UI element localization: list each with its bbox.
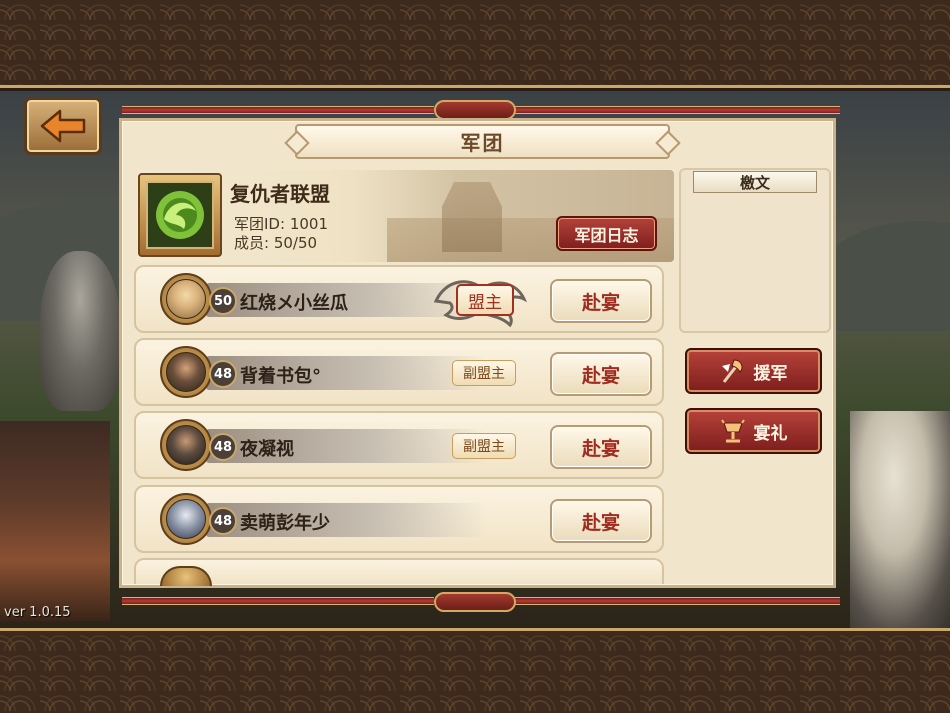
avatar[interactable] bbox=[160, 566, 212, 586]
attend-feast-button[interactable]: 赴宴 bbox=[550, 352, 652, 396]
member-row-partial bbox=[134, 558, 664, 586]
owl-figure bbox=[40, 251, 120, 411]
version-label: ver 1.0.15 bbox=[4, 605, 71, 620]
attend-feast-button[interactable]: 赴宴 bbox=[550, 279, 652, 323]
axe-flag-icon bbox=[721, 359, 742, 383]
banquet-gift-button[interactable]: 宴礼 bbox=[685, 408, 822, 454]
member-row: 48 背着书包° 副盟主 赴宴 bbox=[134, 338, 664, 406]
panel-bottom-trim-left bbox=[122, 597, 434, 605]
panel-bottom-trim-right bbox=[515, 597, 840, 605]
pagoda-building bbox=[0, 421, 110, 621]
avatar[interactable] bbox=[160, 493, 212, 545]
member-row: 48 卖萌彭年少 赴宴 bbox=[134, 485, 664, 553]
alliance-name: 复仇者联盟 bbox=[230, 182, 330, 206]
wine-vessel-icon bbox=[720, 419, 745, 443]
top-ornament bbox=[434, 100, 516, 120]
title-banner: 军团 bbox=[295, 124, 670, 159]
level-badge: 48 bbox=[209, 507, 237, 535]
member-row: 48 夜凝视 副盟主 赴宴 bbox=[134, 411, 664, 479]
avatar[interactable] bbox=[160, 273, 212, 325]
cloud-waves bbox=[850, 411, 950, 628]
bottom-decor-band bbox=[0, 628, 950, 713]
role-badge: 副盟主 bbox=[452, 360, 516, 386]
member-row: 50 红烧メ小丝瓜 盟主 赴宴 bbox=[134, 265, 664, 333]
legion-log-button[interactable]: 军团日志 bbox=[556, 216, 657, 251]
level-badge: 50 bbox=[209, 287, 237, 315]
back-button[interactable] bbox=[24, 97, 102, 155]
attend-feast-button[interactable]: 赴宴 bbox=[550, 499, 652, 543]
banquet-gift-label: 宴礼 bbox=[753, 423, 788, 444]
avatar[interactable] bbox=[160, 419, 212, 471]
role-badge: 盟主 bbox=[456, 284, 514, 316]
arrow-left-icon bbox=[40, 109, 86, 143]
reinforcement-label: 援军 bbox=[753, 363, 788, 384]
member-name: 红烧メ小丝瓜 bbox=[240, 293, 348, 314]
alliance-id: 军团ID: 1001 bbox=[234, 215, 328, 233]
member-name: 背着书包° bbox=[240, 366, 321, 387]
alliance-member-count: 成员: 50/50 bbox=[234, 234, 318, 252]
page-title: 军团 bbox=[460, 131, 505, 155]
level-badge: 48 bbox=[209, 360, 237, 388]
level-badge: 48 bbox=[209, 433, 237, 461]
jade-dragon-icon bbox=[156, 191, 204, 239]
alliance-crest bbox=[138, 173, 222, 257]
panel-top-trim-right bbox=[515, 106, 840, 114]
bottom-ornament bbox=[434, 592, 516, 612]
avatar[interactable] bbox=[160, 346, 212, 398]
member-name: 夜凝视 bbox=[240, 439, 294, 460]
top-decor-band bbox=[0, 0, 950, 88]
role-badge: 副盟主 bbox=[452, 433, 516, 459]
panel-top-trim-left bbox=[122, 106, 434, 114]
manifesto-title: 檄文 bbox=[693, 171, 817, 193]
attend-feast-button[interactable]: 赴宴 bbox=[550, 425, 652, 469]
reinforcement-button[interactable]: 援军 bbox=[685, 348, 822, 394]
member-name: 卖萌彭年少 bbox=[240, 513, 330, 534]
